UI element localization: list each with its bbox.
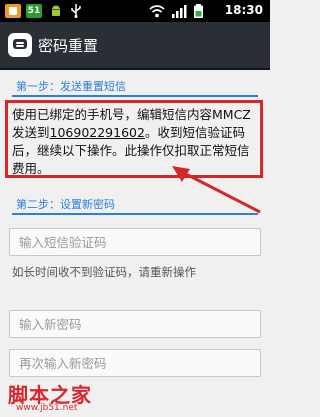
sms-number-link[interactable]: 106902291602: [50, 125, 145, 140]
step1-label: 第一步：发送重置短信: [16, 80, 126, 93]
android-icon: [52, 5, 60, 16]
status-time: 18:30: [224, 3, 263, 17]
wifi-icon: [149, 5, 165, 18]
signal-icon: [172, 5, 187, 18]
usb-icon: [71, 4, 81, 18]
step2-divider: [12, 213, 258, 215]
battery-icon: [194, 4, 203, 18]
title-bar: 密码重置: [0, 22, 270, 70]
sms-code-input[interactable]: [9, 228, 261, 256]
app-notification-icon: [5, 4, 21, 18]
badge-51-icon: 51: [26, 4, 42, 18]
new-password-input[interactable]: [9, 310, 261, 338]
confirm-password-input[interactable]: [9, 349, 261, 377]
step1-divider: [12, 95, 258, 97]
app-icon: [8, 33, 32, 57]
watermark-url: www.jb51.net: [16, 403, 78, 413]
step2-label: 第二步：设置新密码: [16, 198, 115, 211]
page-title: 密码重置: [38, 37, 99, 55]
resend-hint: 如长时间收不到验证码，请重新操作: [12, 265, 196, 279]
annotation-arrow-icon: [172, 166, 261, 214]
status-bar: 51 18:30: [0, 0, 270, 22]
